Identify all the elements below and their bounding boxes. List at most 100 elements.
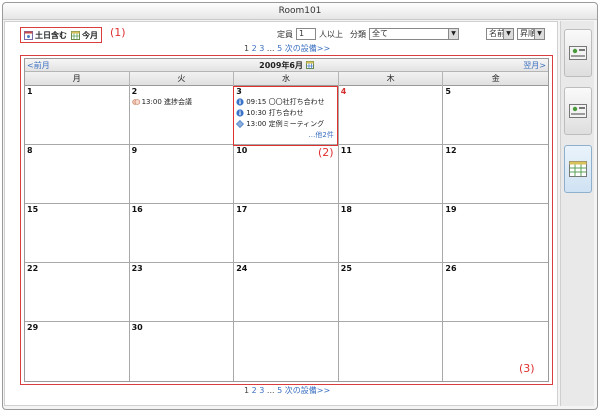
view-button-week[interactable] xyxy=(564,29,592,77)
chevron-down-icon: ▼ xyxy=(448,29,458,39)
day-number: 22 xyxy=(27,264,39,273)
day-number: 19 xyxy=(445,205,457,214)
day-cell[interactable]: 4 xyxy=(338,86,444,145)
calendar-weekend-icon xyxy=(24,30,33,40)
window-title: Room101 xyxy=(3,3,597,20)
capacity-input[interactable]: 1 xyxy=(296,28,316,40)
chevron-down-icon: ▼ xyxy=(534,29,544,39)
toolbar-view-options: 土日含む 今月 xyxy=(20,27,102,43)
page-ellipsis: ... xyxy=(266,386,275,395)
callout-3: (3) xyxy=(519,362,535,375)
memo-icon xyxy=(131,98,140,106)
category-filter: 分類 全て ▼ xyxy=(350,28,459,40)
day-cell[interactable]: 30 xyxy=(130,322,235,381)
this-month-label: 今月 xyxy=(82,30,98,40)
day-number: 12 xyxy=(445,146,457,155)
callout-2: (2) xyxy=(318,146,334,159)
day-number: 29 xyxy=(27,323,39,332)
day-number: 2 xyxy=(131,87,138,96)
day-number: 30 xyxy=(131,323,143,332)
capacity-filter: 定員 1 人以上 xyxy=(277,28,343,40)
calendar-month-icon xyxy=(71,30,80,40)
day-cell[interactable]: 23 xyxy=(129,263,235,322)
day-cell[interactable]: 25 xyxy=(338,263,444,322)
weekday-fri: 金 xyxy=(491,74,500,83)
day-cell[interactable]: 2 13:00 進捗会議 xyxy=(129,86,235,145)
category-select[interactable]: 全て ▼ xyxy=(369,28,459,40)
capacity-suffix: 人以上 xyxy=(319,29,343,39)
day-cell[interactable] xyxy=(339,322,444,381)
day-cell[interactable]: 8 xyxy=(25,145,130,204)
day-number: 26 xyxy=(445,264,457,273)
day-cell[interactable]: 18 xyxy=(338,204,444,263)
page-ellipsis: ... xyxy=(266,44,275,53)
chevron-down-icon: ▼ xyxy=(503,29,513,39)
day-number: 5 xyxy=(445,87,451,96)
day-cell[interactable]: 22 xyxy=(25,263,130,322)
next-room-link[interactable]: 次の設備>> xyxy=(285,386,330,395)
event-text: 13:00 進捗会議 xyxy=(141,98,192,106)
day-number: 18 xyxy=(340,205,352,214)
month-grid-icon xyxy=(569,161,587,177)
day-cell[interactable]: 11 xyxy=(338,145,444,204)
next-room-link[interactable]: 次の設備>> xyxy=(285,44,330,53)
page-link-5[interactable]: 5 xyxy=(277,386,282,395)
capacity-label: 定員 xyxy=(277,29,293,39)
weekday-tue: 火 xyxy=(130,72,235,86)
room-view-icon xyxy=(569,104,587,118)
day-cell[interactable]: 17 xyxy=(234,204,339,263)
day-number: 24 xyxy=(236,264,248,273)
day-cell[interactable]: 12 xyxy=(443,145,548,204)
day-number: 23 xyxy=(131,264,143,273)
month-picker-icon[interactable] xyxy=(305,61,314,69)
day-number: 1 xyxy=(27,87,33,96)
day-number: 25 xyxy=(340,264,352,273)
day-number: 8 xyxy=(27,146,33,155)
page-link-2[interactable]: 2 xyxy=(252,386,257,395)
month-label: 2009年6月 xyxy=(259,61,304,70)
include-weekend-label: 土日含む xyxy=(35,30,67,40)
view-switcher-rail xyxy=(560,21,594,406)
sort-order-select[interactable]: 昇順 ▼ xyxy=(517,28,545,40)
page-link-5[interactable]: 5 xyxy=(277,44,282,53)
category-label: 分類 xyxy=(350,29,366,39)
category-value: 全て xyxy=(372,29,388,38)
month-title: 2009年6月 xyxy=(25,60,548,71)
day-cell[interactable]: 15 xyxy=(25,204,130,263)
day-cell[interactable]: 1 xyxy=(25,86,130,145)
calendar-nav: <前月 2009年6月 翌月> xyxy=(25,59,548,72)
day-cell[interactable] xyxy=(234,322,339,381)
this-month-button[interactable]: 今月 xyxy=(71,30,98,41)
next-month-link[interactable]: 翌月> xyxy=(523,60,546,71)
day-number: 11 xyxy=(340,146,352,155)
day-cell[interactable]: 5 xyxy=(443,86,548,145)
page-link-2[interactable]: 2 xyxy=(252,44,257,53)
day-cell[interactable]: 19 xyxy=(443,204,548,263)
day-cell[interactable]: 26 xyxy=(443,263,548,322)
day-cell[interactable]: 24 xyxy=(234,263,339,322)
page-link-3[interactable]: 3 xyxy=(259,386,264,395)
weekday-mon: 月 xyxy=(25,72,130,86)
sort-controls: 名前 ▼ 昇順 ▼ xyxy=(486,28,545,40)
view-button-day[interactable] xyxy=(564,87,592,135)
page-link-1[interactable]: 1 xyxy=(244,386,249,395)
include-weekend-toggle[interactable]: 土日含む xyxy=(24,30,67,41)
day-number: 17 xyxy=(236,205,248,214)
event-highlight-frame xyxy=(233,86,338,146)
calendar-event[interactable]: 13:00 進捗会議 xyxy=(131,97,232,107)
day-number: 15 xyxy=(27,205,39,214)
weekday-header: 月 火 水 木 金 xyxy=(25,72,548,86)
view-button-month[interactable] xyxy=(564,145,592,193)
day-number: 4 xyxy=(340,87,347,96)
day-cell[interactable]: 29 xyxy=(25,322,130,381)
day-cell[interactable]: 16 xyxy=(129,204,235,263)
page-link-3[interactable]: 3 xyxy=(259,44,264,53)
weekday-thu: 木 xyxy=(339,72,444,86)
weekday-wed: 水 xyxy=(234,72,339,86)
page-link-1[interactable]: 1 xyxy=(244,44,249,53)
sort-field-select[interactable]: 名前 ▼ xyxy=(486,28,514,40)
callout-1: (1) xyxy=(110,26,126,39)
room-view-icon xyxy=(569,46,587,60)
day-cell[interactable]: 9 xyxy=(129,145,235,204)
pager-bottom: 1 2 3 ... 5 次の設備>> xyxy=(244,385,330,396)
